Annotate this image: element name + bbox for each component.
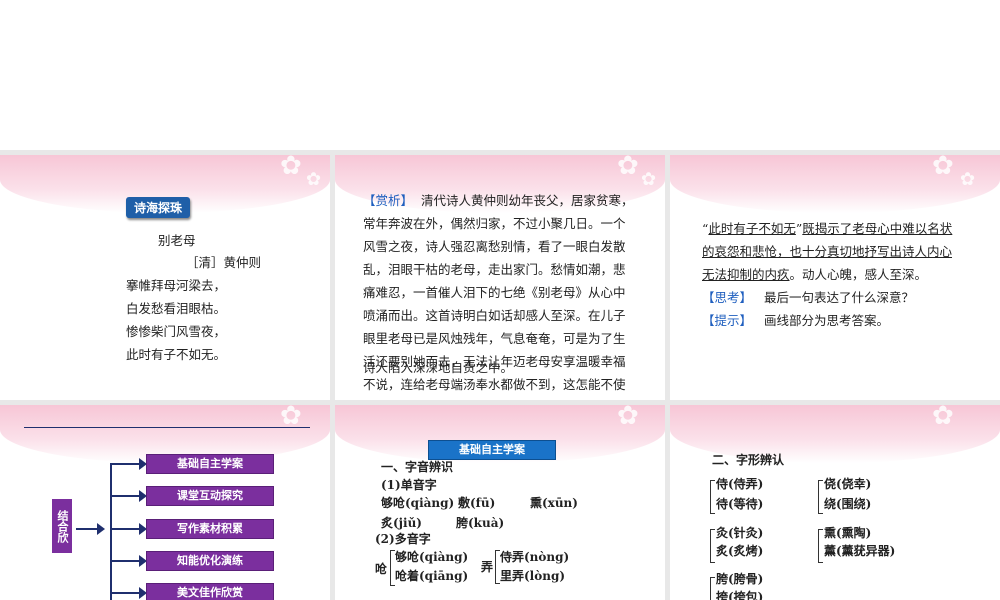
glyph-item: 薰(薰莸异器) [824, 544, 896, 558]
arrow-icon [110, 458, 147, 470]
heading: 二、字形辨认 [712, 453, 785, 467]
arrow-icon [110, 587, 147, 599]
flower-icon: ✿ [280, 155, 302, 181]
menu-essay-appreciation[interactable]: 美文佳作欣赏 [146, 583, 274, 600]
appreciation-line: 眼里老母已是风烛残年，气息奄奄，可是为了生 [363, 331, 626, 346]
flower-icon: ✿ [306, 169, 322, 190]
appreciation-line: 喷涌而出。这首诗明白如话却感人至深。在儿子 [363, 308, 626, 323]
section-tag: 诗海探珠 [126, 197, 191, 218]
arrow-icon [110, 555, 147, 567]
polyphone-char: 呛 [375, 562, 388, 576]
word-item: 敷(fū) [458, 496, 496, 510]
menu-class-explore[interactable]: 课堂互动探究 [146, 486, 274, 506]
flower-icon: ✿ [617, 155, 639, 181]
slide-thinking[interactable]: ✿ ✿ “此时有子不如无”既揭示了老母心中难以名状 的哀怨和悲怆，也十分真切地抒… [670, 155, 1000, 400]
flower-icon: ✿ [280, 405, 302, 431]
brace [818, 480, 823, 514]
side-label: 结合欣 [52, 499, 72, 553]
glyph-item: 挎(挎包) [716, 590, 764, 600]
flower-icon: ✿ [932, 405, 954, 431]
word-item: 够呛(qiàng) [381, 496, 455, 510]
poem-line: 惨惨柴门风雪夜， [126, 324, 227, 339]
slide-glyphs[interactable]: ✿ 二、字形辨认 侍(侍弄) 待(等待) 侥(侥幸) 绕(围绕) 灸(针灸) 炙… [670, 405, 1000, 600]
word-item: 够呛(qiàng) [395, 550, 469, 564]
word-item: 胯(kuà) [456, 516, 505, 530]
poem-line: 此时有子不如无。 [126, 347, 227, 362]
word-item: 侍弄(nòng) [500, 550, 570, 564]
poem-line: 白发愁看泪眼枯。 [126, 301, 227, 316]
appreciation-line: 【赏析】 清代诗人黄仲则幼年丧父，居家贫寒， [363, 193, 634, 208]
appreciation-line: 乱，泪眼干枯的老母，走出家门。愁情如潮，悲 [363, 262, 626, 277]
flower-icon: ✿ [932, 155, 954, 181]
glyph-item: 侥(侥幸) [824, 477, 872, 491]
flower-icon: ✿ [960, 169, 976, 190]
tree-trunk [110, 463, 112, 600]
flower-icon: ✿ [641, 169, 657, 190]
think-label: 【思考】 [702, 290, 753, 305]
arrow-icon [110, 523, 147, 535]
appreciation-line: 痛难忍，一首催人泪下的七绝《别老母》从心中 [363, 285, 626, 300]
poem-title: 别老母 [158, 233, 196, 248]
appreciation-line: 常年奔波在外，偶然归家，不过小聚几日。一个 [363, 216, 626, 231]
appreciation-label: 【赏析】 [363, 193, 414, 208]
brace [818, 529, 823, 563]
poem-line: 搴帷拜母河梁去， [126, 278, 227, 293]
word-item: 里弄(lòng) [500, 569, 566, 583]
arrow-icon [110, 490, 147, 502]
appreciation-last-line: 诗人陷入深深地自责之中。 [363, 360, 514, 375]
hint-line: 【提示】 画线部分为思考答案。 [702, 313, 889, 328]
analysis-line: “此时有子不如无”既揭示了老母心中难以名状 [702, 221, 953, 236]
slide-poem[interactable]: ✿ ✿ 诗海探珠 别老母 ［清］黄仲则 搴帷拜母河梁去， 白发愁看泪眼枯。 惨惨… [0, 155, 330, 400]
poem-author: ［清］黄仲则 [186, 255, 262, 270]
polyphone-char: 弄 [481, 560, 494, 574]
glyph-item: 灸(针灸) [716, 526, 764, 540]
flower-icon: ✿ [617, 405, 639, 431]
blank-top-area [0, 0, 1000, 150]
glyph-item: 炙(炙烤) [716, 544, 764, 558]
slide-pronunciation[interactable]: ✿ 基础自主学案 一、字音辨识 (1)单音字 够呛(qiàng) 敷(fū) 熏… [335, 405, 665, 600]
word-item: 呛着(qiāng) [395, 569, 469, 583]
glyph-item: 待(等待) [716, 497, 764, 511]
think-line: 【思考】 最后一句表达了什么深意？ [702, 290, 914, 305]
slide-menu[interactable]: ✿ 结合欣 基础自主学案 课堂互动探究 写作素材积累 知能优化演练 美文佳作欣赏 [0, 405, 330, 600]
brace [710, 480, 715, 514]
analysis-line: 无法抑制的内疚。动人心魄，感人至深。 [702, 267, 928, 282]
glyph-item: 侍(侍弄) [716, 477, 764, 491]
menu-basic-study[interactable]: 基础自主学案 [146, 454, 274, 474]
glyph-item: 熏(熏陶) [824, 526, 872, 540]
subheading: (1)单音字 [381, 478, 437, 492]
menu-writing-material[interactable]: 写作素材积累 [146, 519, 274, 539]
subheading: (2)多音字 [375, 532, 431, 546]
word-item: 熏(xūn) [530, 496, 578, 510]
analysis-line: 的哀怨和悲怆，也十分真切地抒写出诗人内心 [702, 244, 953, 259]
brace [710, 577, 715, 600]
glyph-item: 绕(围绕) [824, 497, 872, 511]
appreciation-line: 风雪之夜，诗人强忍离愁别情，看了一眼白发散 [363, 239, 626, 254]
glyph-item: 胯(胯骨) [716, 572, 764, 586]
brace [710, 529, 715, 563]
heading: 一、字音辨识 [381, 460, 454, 474]
menu-practice[interactable]: 知能优化演练 [146, 551, 274, 571]
hint-label: 【提示】 [702, 313, 753, 328]
arrow-icon [76, 523, 105, 535]
header-rule [24, 427, 310, 428]
